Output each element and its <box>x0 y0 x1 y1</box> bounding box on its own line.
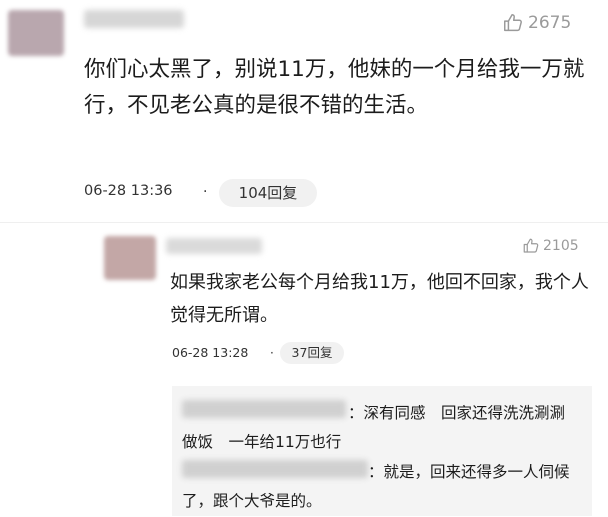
reply-like-count: 2105 <box>543 238 579 254</box>
like-button[interactable]: 2675 <box>502 12 571 34</box>
reply-like-button[interactable]: 2105 <box>522 237 579 255</box>
reply-time: 06-28 13:28 <box>172 345 249 360</box>
sub-reply-text: ：深有同感 回家还得洗洗涮涮 做饭 一年给11万也行 <box>182 404 581 451</box>
reply-username-blurred[interactable] <box>166 238 262 254</box>
separator-dot: · <box>203 184 208 200</box>
like-count: 2675 <box>528 13 572 33</box>
reply-text: 如果我家老公每个月给我11万，他回不回家，我个人觉得无所谓。 <box>170 272 589 326</box>
separator-dot: · <box>270 346 274 360</box>
reply-avatar[interactable] <box>104 236 156 280</box>
comment-time: 06-28 13:36 <box>84 183 173 199</box>
sub-reply-text: ：就是，回来还得多一人伺候了，跟个大爷是的。 <box>182 463 570 510</box>
comment-text: 你们心太黑了，别说11万，他妹的一个月给我一万就行，不见老公真的是很不错的生活。 <box>84 57 585 118</box>
thumbs-up-icon <box>523 238 539 253</box>
thumbs-up-icon <box>504 14 522 32</box>
reply-reply-count-button[interactable]: 37回复 <box>280 342 344 364</box>
reply-count-button[interactable]: 104回复 <box>219 179 317 207</box>
avatar[interactable] <box>8 10 64 56</box>
username-blurred[interactable] <box>84 10 184 28</box>
divider <box>0 222 608 223</box>
